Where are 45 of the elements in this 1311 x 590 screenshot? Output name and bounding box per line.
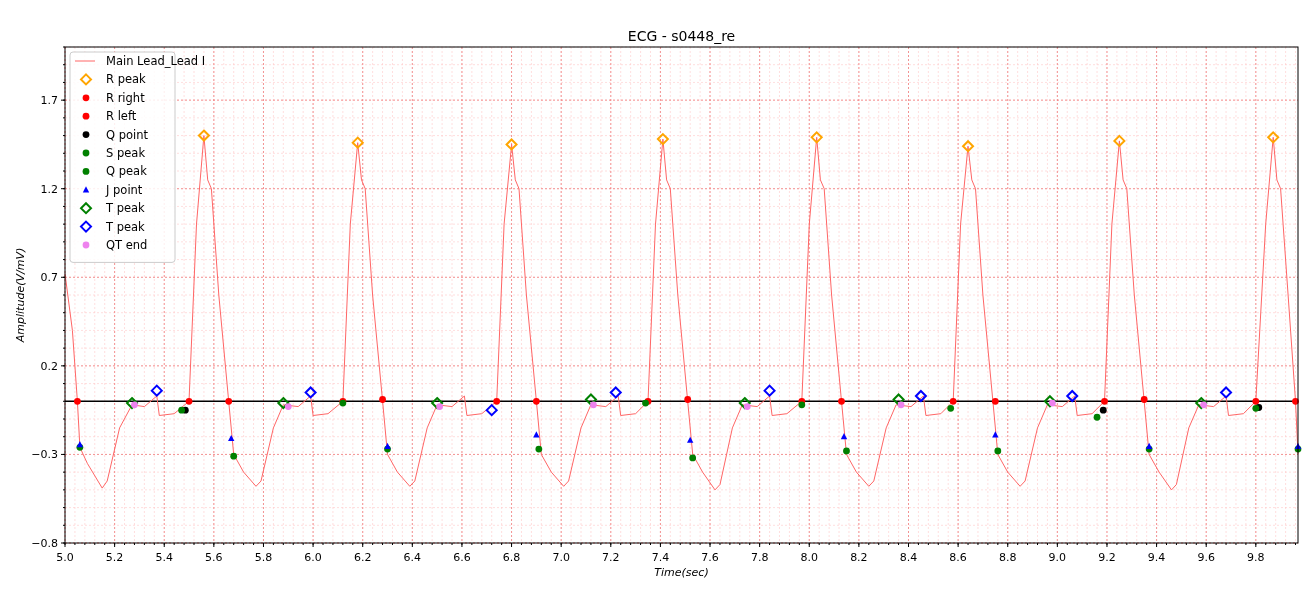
tick-label: 8.8 <box>999 551 1017 564</box>
tick-label: 6.8 <box>502 551 521 564</box>
legend-label: Q peak <box>106 164 147 179</box>
tick-label: 8.4 <box>899 551 918 564</box>
tick-label: 6.6 <box>453 551 471 564</box>
tick-label: 5.4 <box>155 551 173 564</box>
tick-label: 7.6 <box>701 551 719 564</box>
tick-label: 6.0 <box>304 551 322 564</box>
legend-label: QT end <box>106 238 148 252</box>
tick-label: 5.8 <box>254 551 273 564</box>
tick-label: 9.0 <box>1048 551 1067 564</box>
tick-label: 7.0 <box>552 551 570 564</box>
tick-label: −0.8 <box>31 537 58 550</box>
tick-label: 9.8 <box>1247 551 1265 564</box>
tick-label: 7.8 <box>750 551 769 564</box>
tick-label: 8.6 <box>949 551 967 564</box>
tick-label: 6.4 <box>403 551 422 564</box>
legend-label: R right <box>106 90 145 105</box>
x-axis-label: Time(sec) <box>654 566 709 579</box>
tick-label: 5.2 <box>105 551 124 564</box>
tick-label: 6.2 <box>353 551 372 564</box>
tick-label: 5.6 <box>205 551 223 564</box>
tick-label: −0.3 <box>31 448 58 462</box>
y-axis-label: Amplitude(V/mV) <box>14 247 27 343</box>
tick-label: 1.2 <box>40 182 58 196</box>
legend-label: S peak <box>106 146 146 160</box>
tick-label: 1.7 <box>40 94 58 108</box>
tick-label: 7.2 <box>602 551 620 564</box>
tick-label: 7.4 <box>651 551 670 564</box>
legend-label: Q point <box>106 127 149 142</box>
legend-label: J point <box>106 182 143 197</box>
tick-label: 0.7 <box>40 271 58 285</box>
tick-label: 9.6 <box>1197 551 1215 564</box>
tick-label: 5.0 <box>56 551 74 564</box>
chart-title: ECG - s0448_re <box>627 28 736 44</box>
tick-label: 8.2 <box>850 551 868 564</box>
tick-label: 0.2 <box>40 359 58 373</box>
legend-label: R peak <box>106 72 146 87</box>
legend-label: T peak <box>106 201 145 216</box>
legend-label: Main Lead_Lead I <box>106 54 206 68</box>
legend-label: R left <box>106 109 137 124</box>
tick-label: 9.2 <box>1098 551 1116 564</box>
legend-label: T peak <box>106 219 145 234</box>
tick-label: 9.4 <box>1147 551 1166 564</box>
tick-label: 8.0 <box>800 551 818 564</box>
